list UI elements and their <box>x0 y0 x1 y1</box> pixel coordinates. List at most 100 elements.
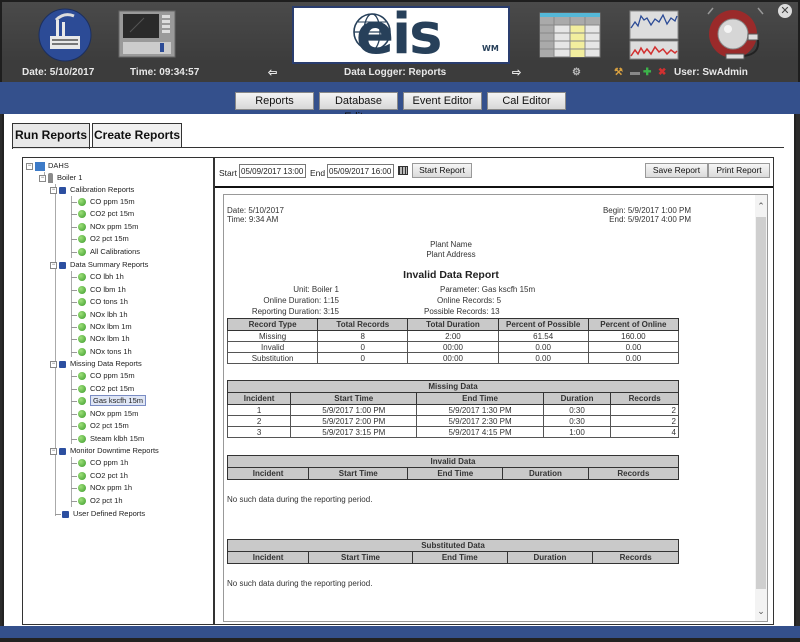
invalid-empty-text: No such data during the reporting period… <box>227 495 373 504</box>
tree-group-data-summary[interactable]: − Data Summary Reports <box>50 259 148 271</box>
folder-icon <box>59 186 66 194</box>
cell: 5/9/2017 2:00 PM <box>290 415 418 427</box>
tree-item[interactable]: NOx lbh 1h <box>71 309 128 321</box>
close-button[interactable]: ✕ <box>778 4 792 18</box>
add-icon[interactable]: ✚ <box>643 67 651 78</box>
collapse-icon[interactable]: − <box>50 447 57 455</box>
tab-run-reports[interactable]: Run Reports <box>12 123 90 149</box>
tree-item-label: CO tons 1h <box>90 297 128 306</box>
plant-icon[interactable] <box>38 8 92 66</box>
table-title-row: Invalid Data <box>227 455 679 468</box>
tree-item-label: NOx lbm 1m <box>90 322 132 331</box>
status-dot-icon <box>78 298 86 307</box>
tree-item-selected[interactable]: Gas kscfh 15m <box>71 395 147 407</box>
nav-cal-editor-button[interactable]: Cal Editor <box>487 92 566 110</box>
folder-icon <box>59 360 66 368</box>
tree-root-label: DAHS <box>48 161 69 170</box>
tree-item[interactable]: CO tons 1h <box>71 296 128 308</box>
tree-item[interactable]: Steam klbh 15m <box>71 433 144 445</box>
nav-database-editor-button[interactable]: Database Editor <box>319 92 398 123</box>
nav-bar: Reports Database Editor Event Editor Cal… <box>0 82 800 123</box>
table-header-row: Record Type Total Records Total Duration… <box>226 318 680 331</box>
report-parameter: Parameter: Gas kscfh 15m <box>440 285 536 294</box>
start-report-button[interactable]: Start Report <box>412 163 472 178</box>
tree-item[interactable]: CO2 pct 15m <box>71 383 134 395</box>
tree-item[interactable]: NOx ppm 15m <box>71 221 138 233</box>
status-dot-icon <box>78 198 86 207</box>
col-header: End Time <box>411 551 508 564</box>
alarm-bell-icon[interactable] <box>704 6 766 66</box>
collapse-icon[interactable]: − <box>39 174 46 182</box>
tree-item[interactable]: CO ppm 15m <box>71 196 135 208</box>
tree-item[interactable]: CO2 pct 1h <box>71 470 128 482</box>
col-header: End Time <box>416 392 544 405</box>
tree-item[interactable]: CO ppm 1h <box>71 457 128 469</box>
tree-item[interactable]: CO ppm 15m <box>71 370 135 382</box>
tree-item[interactable]: NOx lbm 1h <box>71 333 130 345</box>
online-duration: Online Duration: 1:15 <box>263 296 339 305</box>
cart-icon[interactable]: ▬ <box>630 67 640 78</box>
tree-root[interactable]: − DAHS <box>26 160 69 172</box>
tree-item[interactable]: CO lbh 1h <box>71 271 124 283</box>
tree-item[interactable]: NOx lbm 1m <box>71 321 132 333</box>
tools-icon[interactable]: ⚒ <box>614 67 623 78</box>
cell: 0.00 <box>587 352 680 364</box>
tree-item[interactable]: CO2 pct 15m <box>71 208 134 220</box>
end-date-input[interactable] <box>327 164 394 178</box>
tree-item[interactable]: NOx tons 1h <box>71 346 132 358</box>
col-header: Incident <box>226 551 310 564</box>
tree-item[interactable]: O2 pct 15m <box>71 233 129 245</box>
gears-icon[interactable]: ⚙ <box>572 67 581 78</box>
col-header: Start Time <box>308 551 413 564</box>
tree-group-user-defined[interactable]: User Defined Reports <box>55 508 145 520</box>
status-dot-icon <box>78 397 86 406</box>
tree-item-label: CO2 pct 1h <box>90 471 128 480</box>
control-panel-icon[interactable] <box>118 10 176 62</box>
tree-item[interactable]: NOx ppm 15m <box>71 408 138 420</box>
tree-item-label: CO lbh 1h <box>90 272 124 281</box>
cell: 00:00 <box>407 352 499 364</box>
tree-item[interactable]: O2 pct 1h <box>71 495 123 507</box>
tree-item[interactable]: O2 pct 15m <box>71 420 129 432</box>
start-date-input[interactable] <box>239 164 306 178</box>
table-icon[interactable] <box>539 12 601 62</box>
cell: 0 <box>317 352 409 364</box>
cell: 2 <box>610 404 679 416</box>
collapse-icon[interactable]: − <box>26 162 33 170</box>
tree-group-monitor-downtime[interactable]: − Monitor Downtime Reports <box>50 445 159 457</box>
logo-text: eis <box>356 2 443 67</box>
collapse-icon[interactable]: − <box>50 186 57 194</box>
tab-create-reports[interactable]: Create Reports <box>92 123 182 147</box>
tree-item-label: CO ppm 1h <box>90 458 129 467</box>
nav-event-editor-button[interactable]: Event Editor <box>403 92 482 110</box>
scrollbar-thumb[interactable] <box>756 217 766 589</box>
collapse-icon[interactable]: − <box>50 360 57 368</box>
status-dot-icon <box>78 435 86 444</box>
trend-chart-icon[interactable] <box>629 10 679 64</box>
calendar-icon[interactable] <box>398 166 408 175</box>
tree-item[interactable]: CO lbm 1h <box>71 284 126 296</box>
status-dot-icon <box>78 323 86 332</box>
scroll-down-icon[interactable]: ⌄ <box>755 605 767 617</box>
tree-item[interactable]: NOx ppm 1h <box>71 482 132 494</box>
table-title: Invalid Data <box>227 455 679 468</box>
back-arrow-icon[interactable]: ⇦ <box>268 66 277 79</box>
nav-reports-button[interactable]: Reports <box>235 92 314 110</box>
tree-unit[interactable]: − Boiler 1 <box>39 172 82 184</box>
tree-item[interactable]: All Calibrations <box>71 246 140 258</box>
tree-group-calibration[interactable]: − Calibration Reports <box>50 184 134 196</box>
forward-arrow-icon[interactable]: ⇨ <box>512 66 521 79</box>
save-report-button[interactable]: Save Report <box>645 163 708 178</box>
collapse-icon[interactable]: − <box>50 261 57 269</box>
bottom-bar <box>0 626 800 642</box>
tree-unit-label: Boiler 1 <box>57 173 83 182</box>
report-scrollbar[interactable]: ⌃ ⌄ <box>755 195 767 621</box>
cell: Substitution <box>226 352 319 364</box>
tree-group-missing-data[interactable]: − Missing Data Reports <box>50 358 142 370</box>
report-view: Date: 5/10/2017 Time: 9:34 AM Begin: 5/9… <box>223 194 768 622</box>
print-report-button[interactable]: Print Report <box>708 163 770 178</box>
table-row: Invalid 0 00:00 0.00 0.00 <box>226 341 680 353</box>
scroll-up-icon[interactable]: ⌃ <box>755 200 767 212</box>
delete-icon[interactable]: ✖ <box>658 67 666 78</box>
tree-item-label: NOx tons 1h <box>90 347 132 356</box>
